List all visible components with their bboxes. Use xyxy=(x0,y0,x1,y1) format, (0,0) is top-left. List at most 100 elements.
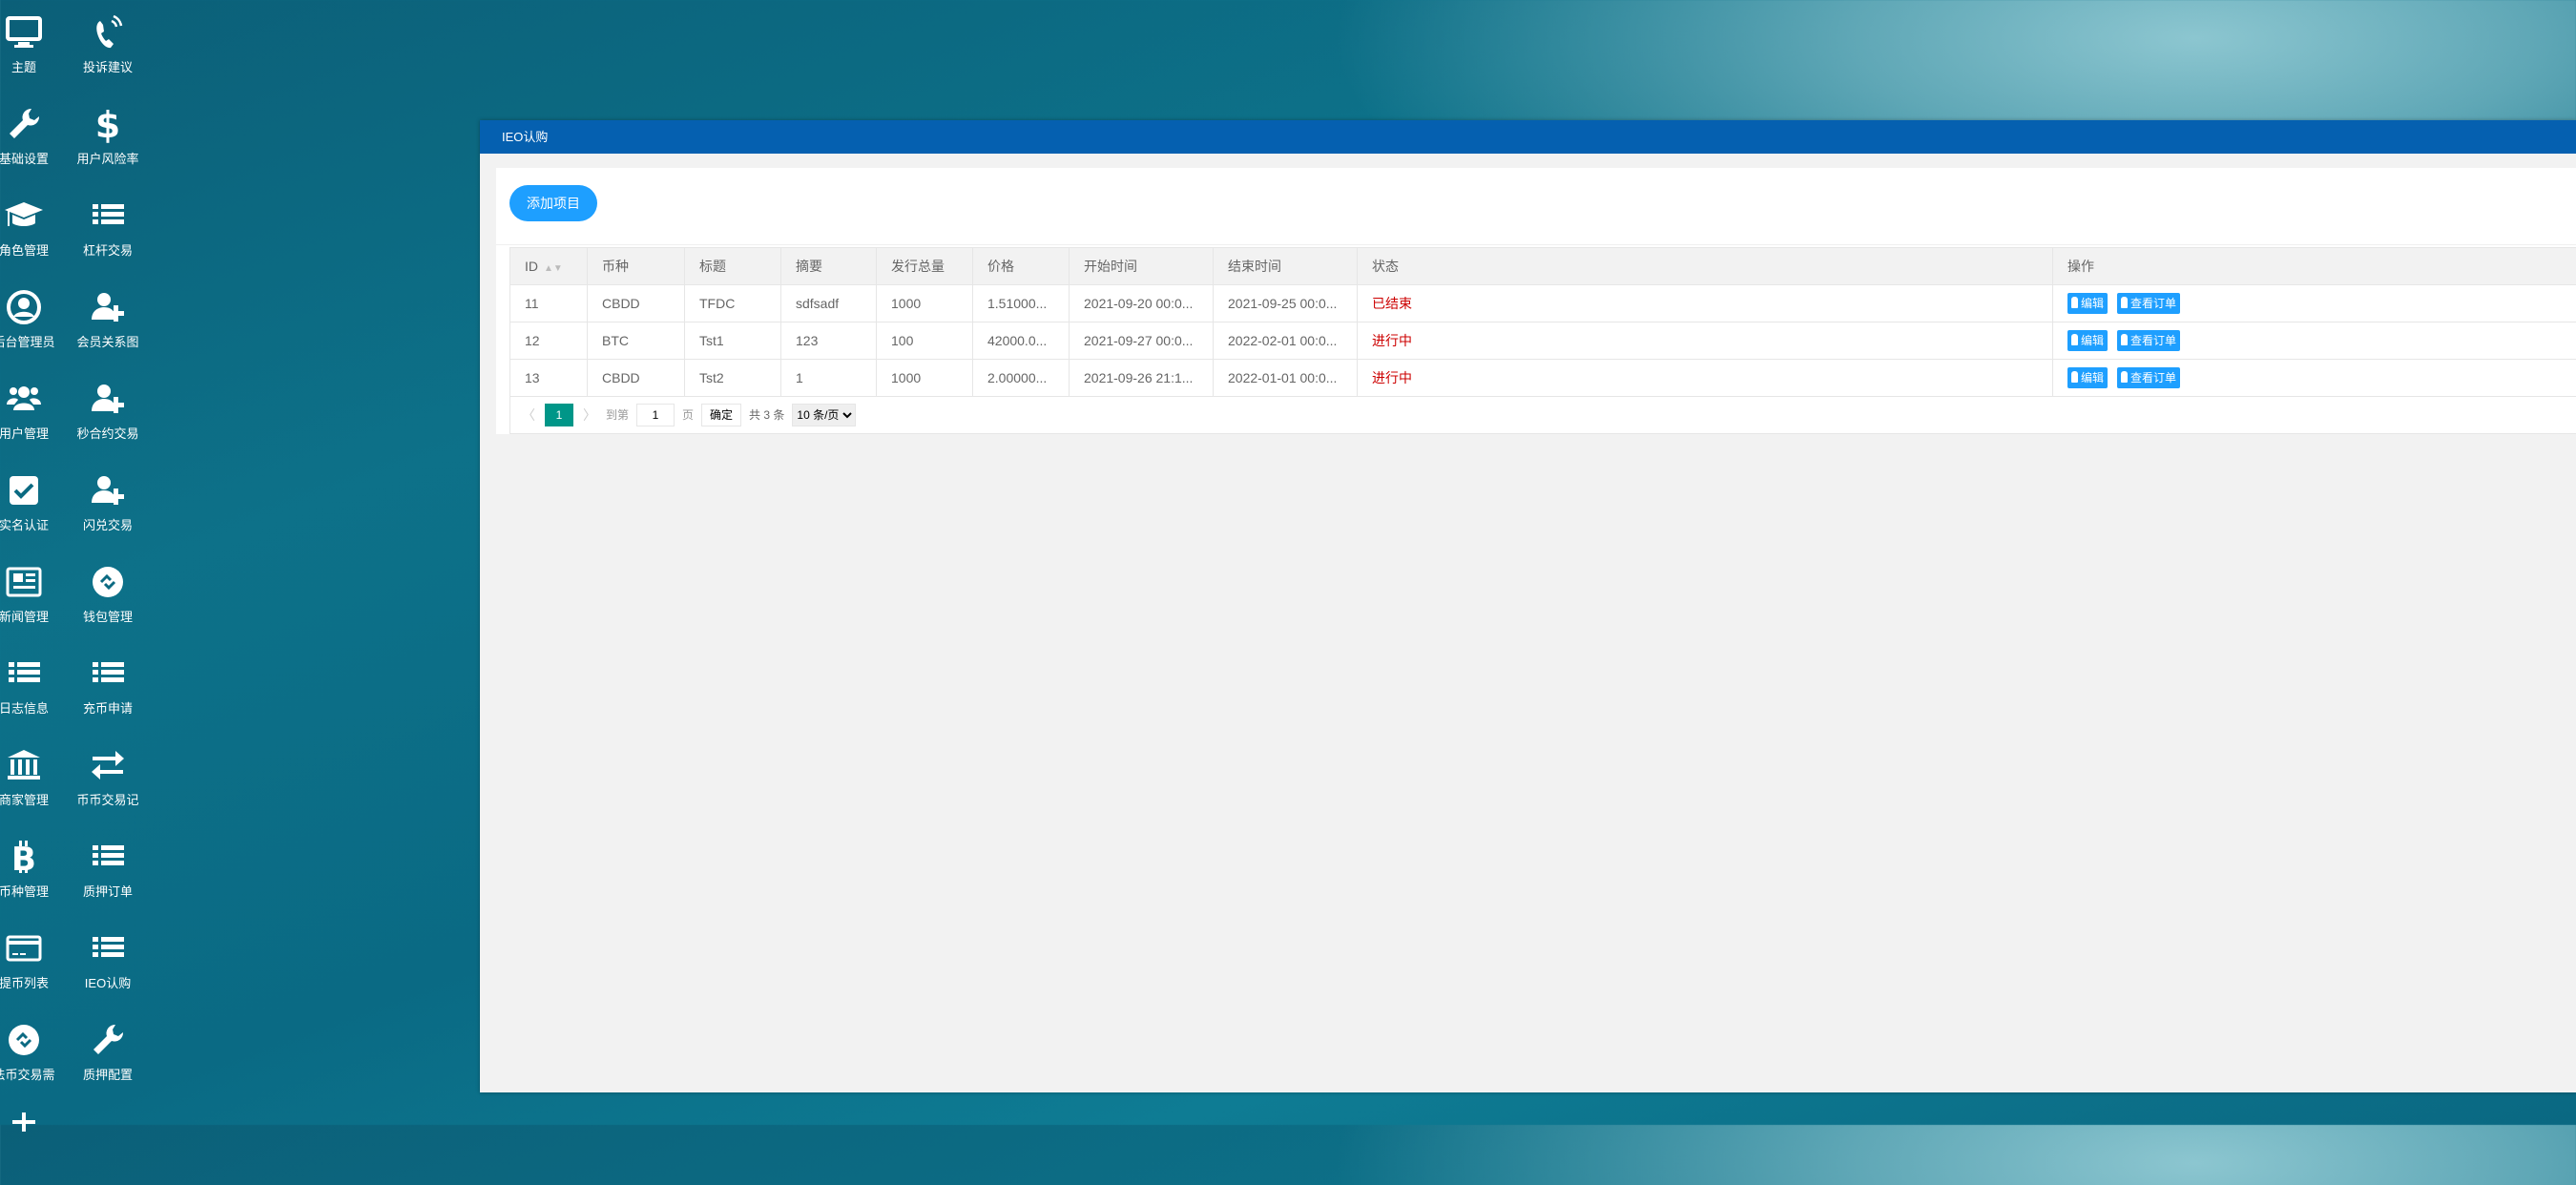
sidebar-item-label: 质押配置 xyxy=(51,1065,165,1083)
panel-title: IEO认购 xyxy=(480,120,2576,154)
sidebar-item[interactable]: 闪兑交易 xyxy=(60,458,156,544)
status-badge: 已结束 xyxy=(1358,285,2053,322)
user-icon xyxy=(2121,334,2128,345)
view-orders-button[interactable]: 查看订单 xyxy=(2117,330,2180,351)
cell-title: TFDC xyxy=(685,285,781,322)
sidebar-item-label: 秒合约交易 xyxy=(51,424,165,442)
list-icon xyxy=(89,655,127,693)
col-price: 价格 xyxy=(973,248,1070,285)
cell-price: 1.51000... xyxy=(973,285,1070,322)
pagination: 〈 1 〉 到第 页 确定 共 3 条 10 条/页 xyxy=(509,396,2576,434)
sidebar-item-label: 会员关系图 xyxy=(51,332,165,350)
sidebar-item-label: 充币申请 xyxy=(51,698,165,717)
add-project-button[interactable]: 添加项目 xyxy=(509,185,597,221)
monitor-icon xyxy=(5,13,43,52)
sidebar-item-label: 用户风险率 xyxy=(51,149,165,167)
cell-end: 2022-02-01 00:0... xyxy=(1214,322,1358,360)
user-icon xyxy=(2071,334,2078,345)
total-count: 共 3 条 xyxy=(749,406,784,423)
view-orders-button[interactable]: 查看订单 xyxy=(2117,367,2180,388)
col-end: 结束时间 xyxy=(1214,248,1358,285)
sidebar-item[interactable]: 质押配置 xyxy=(60,1008,156,1093)
users-icon xyxy=(5,380,43,418)
user-icon xyxy=(2071,371,2078,383)
list-icon xyxy=(89,838,127,876)
cell-total: 100 xyxy=(877,322,973,360)
col-start: 开始时间 xyxy=(1070,248,1214,285)
edit-button[interactable]: 编辑 xyxy=(2067,293,2108,314)
col-actions: 操作 xyxy=(2053,248,2576,285)
next-page-button[interactable]: 〉 xyxy=(581,405,598,425)
col-id[interactable]: ID▲▼ xyxy=(510,248,588,285)
user-icon xyxy=(2071,297,2078,308)
bitcoin-icon: B xyxy=(5,838,43,876)
sidebar-item-partial[interactable] xyxy=(0,1099,72,1185)
cell-start: 2021-09-26 21:1... xyxy=(1070,360,1214,397)
page-size-select[interactable]: 10 条/页 xyxy=(792,404,856,426)
cell-summary: sdfsadf xyxy=(781,285,877,322)
sidebar-item[interactable]: $用户风险率 xyxy=(60,92,156,177)
sidebar-item-label: 杠杆交易 xyxy=(51,240,165,259)
sidebar-item[interactable]: IEO认购 xyxy=(60,916,156,1002)
confirm-page-button[interactable]: 确定 xyxy=(701,404,741,426)
phone-icon xyxy=(89,13,127,52)
status-badge: 进行中 xyxy=(1358,322,2053,360)
edit-button[interactable]: 编辑 xyxy=(2067,330,2108,351)
cell-price: 2.00000... xyxy=(973,360,1070,397)
content-card: 添加项目 ID▲▼ 币种 标题 摘要 发行总量 价格 开始时间 结束时间 状态 … xyxy=(496,168,2576,434)
table-row: 11CBDDTFDCsdfsadf10001.51000...2021-09-2… xyxy=(510,285,2576,322)
cell-end: 2022-01-01 00:0... xyxy=(1214,360,1358,397)
table-header-row: ID▲▼ 币种 标题 摘要 发行总量 价格 开始时间 结束时间 状态 操作 xyxy=(510,248,2576,285)
svg-text:B: B xyxy=(11,841,36,876)
sort-icon[interactable]: ▲▼ xyxy=(544,263,563,274)
cell-id: 12 xyxy=(510,322,588,360)
cell-actions: 编辑查看订单 xyxy=(2053,285,2576,322)
sidebar-item[interactable]: 秒合约交易 xyxy=(60,366,156,452)
sidebar-item[interactable]: 会员关系图 xyxy=(60,275,156,361)
ieo-panel: IEO认购 添加项目 ID▲▼ 币种 标题 摘要 发行总量 价格 开始时间 结束… xyxy=(480,120,2576,1092)
table-row: 13CBDDTst2110002.00000...2021-09-26 21:1… xyxy=(510,360,2576,397)
cell-total: 1000 xyxy=(877,285,973,322)
wrench-icon xyxy=(5,105,43,143)
page-unit-label: 页 xyxy=(682,406,694,423)
sidebar-item[interactable]: 杠杆交易 xyxy=(60,183,156,269)
bank-icon xyxy=(5,746,43,784)
cell-price: 42000.0... xyxy=(973,322,1070,360)
user-circle-icon xyxy=(5,288,43,326)
sidebar-item[interactable]: 投诉建议 xyxy=(60,0,156,86)
cell-id: 13 xyxy=(510,360,588,397)
check-square-icon xyxy=(5,471,43,509)
wrench-icon xyxy=(89,1021,127,1059)
goto-label: 到第 xyxy=(606,406,629,423)
sidebar-item[interactable]: 充币申请 xyxy=(60,641,156,727)
user-plus-icon xyxy=(89,380,127,418)
cell-coin: CBDD xyxy=(588,360,685,397)
user-icon xyxy=(2121,371,2128,383)
prev-page-button[interactable]: 〈 xyxy=(520,405,537,425)
sidebar-item-label: 投诉建议 xyxy=(51,57,165,75)
cell-coin: BTC xyxy=(588,322,685,360)
sidebar-item-label: 闪兑交易 xyxy=(51,515,165,533)
sidebar-item[interactable]: 质押订单 xyxy=(60,824,156,910)
cell-start: 2021-09-20 00:0... xyxy=(1070,285,1214,322)
col-coin: 币种 xyxy=(588,248,685,285)
sidebar-item[interactable]: 币币交易记 xyxy=(60,733,156,819)
page-number-input[interactable] xyxy=(636,404,675,426)
link-circle-icon xyxy=(89,563,127,601)
cell-coin: CBDD xyxy=(588,285,685,322)
cell-actions: 编辑查看订单 xyxy=(2053,360,2576,397)
edit-label: 编辑 xyxy=(2081,297,2104,310)
sidebar-item-label: IEO认购 xyxy=(51,973,165,991)
cell-end: 2021-09-25 00:0... xyxy=(1214,285,1358,322)
user-icon xyxy=(2121,297,2128,308)
sidebar-item-label: 币币交易记 xyxy=(51,790,165,808)
page-1-button[interactable]: 1 xyxy=(545,404,573,426)
edit-button[interactable]: 编辑 xyxy=(2067,367,2108,388)
toolbar: 添加项目 xyxy=(496,168,2576,245)
sidebar-item[interactable]: 钱包管理 xyxy=(60,550,156,635)
col-title: 标题 xyxy=(685,248,781,285)
cell-actions: 编辑查看订单 xyxy=(2053,322,2576,360)
cell-summary: 123 xyxy=(781,322,877,360)
sidebar-partial-icon xyxy=(5,1112,43,1151)
view-orders-button[interactable]: 查看订单 xyxy=(2117,293,2180,314)
